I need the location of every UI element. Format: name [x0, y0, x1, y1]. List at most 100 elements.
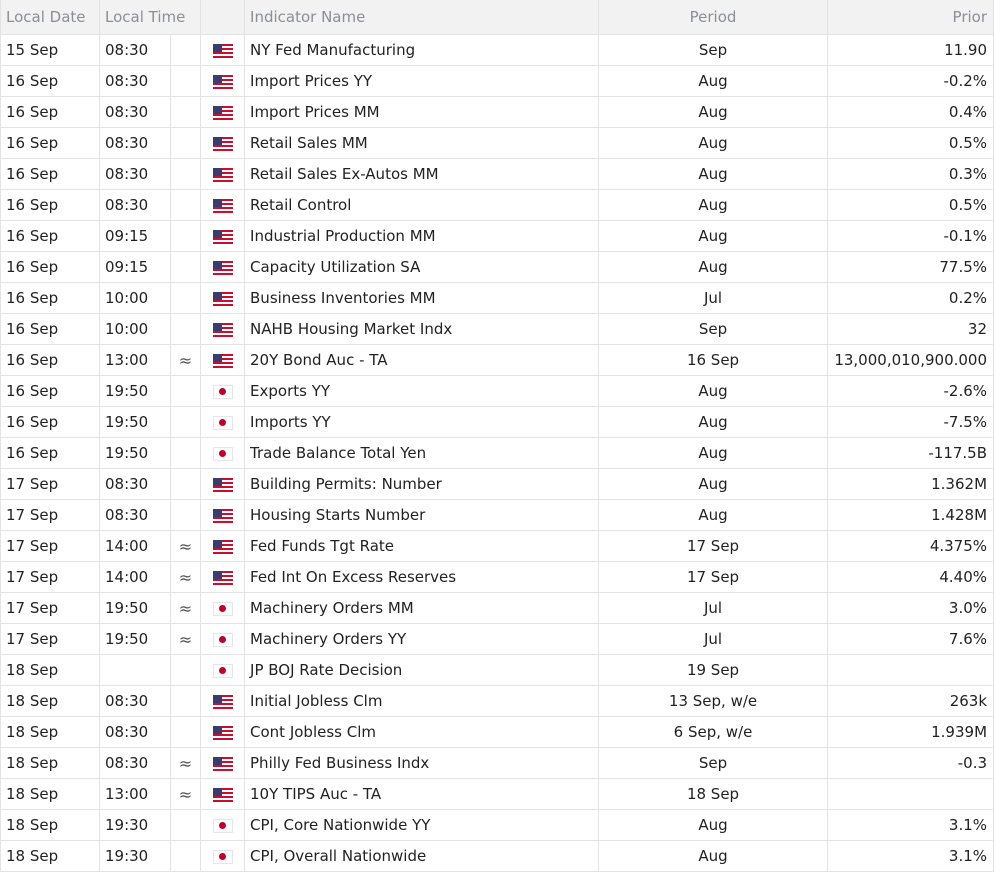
table-row[interactable]: 17 Sep 08:30 Building Permits: Number Aug 1.… — [0, 468, 995, 500]
period-cell: Aug — [598, 220, 829, 252]
period-cell: 17 Sep — [598, 561, 829, 593]
table-row[interactable]: 16 Sep 08:30 Retail Sales MM Aug 0.5% — [0, 127, 995, 159]
table-row[interactable]: 18 Sep 08:30 Initial Jobless Clm 13 Sep, w/… — [0, 685, 995, 717]
date-cell: 16 Sep — [0, 96, 100, 128]
period-cell: Aug — [598, 127, 829, 159]
indicator-name-cell: Fed Int On Excess Reserves — [244, 561, 600, 593]
period-cell: Aug — [598, 468, 829, 500]
us-flag-icon — [212, 198, 233, 213]
header-prior[interactable]: Prior — [827, 0, 995, 35]
date-cell: 18 Sep — [0, 685, 100, 717]
prior-cell: 3.1% — [827, 840, 995, 872]
table-row[interactable]: 18 Sep 19:30 CPI, Core Nationwide YY Aug 3.1… — [0, 809, 995, 841]
japan-flag-icon — [212, 663, 233, 678]
time-cell: 09:15 — [99, 251, 171, 283]
header-local-date[interactable]: Local Date — [0, 0, 100, 35]
table-row[interactable]: 16 Sep 19:50 Imports YY Aug -7.5% — [0, 406, 995, 438]
date-cell: 16 Sep — [0, 406, 100, 438]
flag-cell — [200, 127, 246, 159]
us-flag-icon — [212, 787, 233, 802]
indicator-name-cell: 20Y Bond Auc - TA — [244, 344, 600, 376]
indicator-name-cell: Retail Sales MM — [244, 127, 600, 159]
table-row[interactable]: 16 Sep 13:00 ≈20Y Bond Auc - TA 16 Sep 13,00… — [0, 344, 995, 376]
time-cell: 08:30 — [99, 34, 171, 66]
table-row[interactable]: 16 Sep 08:30 Import Prices YY Aug -0.2% — [0, 65, 995, 97]
table-row[interactable]: 16 Sep 08:30 Import Prices MM Aug 0.4% — [0, 96, 995, 128]
table-row[interactable]: 17 Sep 14:00 ≈ Fed Funds Tgt Rate 17 Sep 4.37… — [0, 530, 995, 562]
table-row[interactable]: 18 Sep 19:30 CPI, Overall Nationwide Aug 3.1… — [0, 840, 995, 872]
table-row[interactable]: 17 Sep 19:50 ≈ Machinery Orders MM Jul 3.0% — [0, 592, 995, 624]
table-row[interactable]: 15 Sep 08:30 NY Fed Manufacturing Sep 11.90 — [0, 34, 995, 66]
date-cell: 18 Sep — [0, 716, 100, 748]
time-cell: 19:50 — [99, 592, 171, 624]
us-flag-icon — [212, 229, 233, 244]
prior-cell: -2.6% — [827, 375, 995, 407]
date-cell: 17 Sep — [0, 561, 100, 593]
indicator-name-cell: Machinery Orders YY — [244, 623, 600, 655]
table-row[interactable]: 16 Sep 09:15 Industrial Production MM Aug -0… — [0, 220, 995, 252]
date-cell: 16 Sep — [0, 158, 100, 190]
header-indicator-name[interactable]: Indicator Name — [244, 0, 600, 35]
approx-icon — [169, 189, 202, 221]
approx-icon — [169, 375, 202, 407]
indicator-name-cell: CPI, Core Nationwide YY — [244, 809, 600, 841]
date-cell: 18 Sep — [0, 809, 100, 841]
us-flag-icon — [212, 43, 233, 58]
prior-cell: 4.375% — [827, 530, 995, 562]
table-row[interactable]: 16 Sep 08:30 Retail Sales Ex-Autos MM Aug 0.… — [0, 158, 995, 190]
period-cell: 16 Sep — [598, 344, 829, 376]
flag-cell — [200, 96, 246, 128]
approx-icon — [169, 65, 202, 97]
flag-cell — [200, 840, 246, 872]
table-row[interactable]: 16 Sep 08:30 Retail Control Aug 0.5% — [0, 189, 995, 221]
table-row[interactable]: 18 Sep 13:00 ≈10Y TIPS Auc - TA 18 Sep — [0, 778, 995, 810]
approx-icon: ≈ — [169, 592, 202, 624]
time-cell: 19:30 — [99, 840, 171, 872]
table-row[interactable]: 17 Sep 19:50 ≈ Machinery Orders YY Jul 7.6% — [0, 623, 995, 655]
date-cell: 16 Sep — [0, 65, 100, 97]
flag-cell — [200, 251, 246, 283]
table-row[interactable]: 16 Sep 19:50 Exports YY Aug -2.6% — [0, 375, 995, 407]
table-row[interactable]: 17 Sep 08:30 Housing Starts Number Aug 1.428… — [0, 499, 995, 531]
period-cell: 6 Sep, w/e — [598, 716, 829, 748]
prior-cell: -0.3 — [827, 747, 995, 779]
period-cell: Aug — [598, 499, 829, 531]
period-cell: Aug — [598, 65, 829, 97]
header-period[interactable]: Period — [598, 0, 829, 35]
prior-cell: 0.4% — [827, 96, 995, 128]
flag-cell — [200, 282, 246, 314]
table-row[interactable]: 16 Sep 10:00 NAHB Housing Market Indx Sep 32 — [0, 313, 995, 345]
table-row[interactable]: 17 Sep 14:00 ≈ Fed Int On Excess Reserves 17… — [0, 561, 995, 593]
prior-cell: 4.40% — [827, 561, 995, 593]
table-row[interactable]: 16 Sep 09:15 Capacity Utilization SA Aug 77.… — [0, 251, 995, 283]
japan-flag-icon — [212, 818, 233, 833]
indicator-name-cell: Exports YY — [244, 375, 600, 407]
prior-cell: 7.6% — [827, 623, 995, 655]
date-cell: 16 Sep — [0, 375, 100, 407]
approx-icon: ≈ — [169, 778, 202, 810]
period-cell: Jul — [598, 282, 829, 314]
table-row[interactable]: 18 Sep JP BOJ Rate Decision 19 Sep — [0, 654, 995, 686]
date-cell: 18 Sep — [0, 840, 100, 872]
us-flag-icon — [212, 725, 233, 740]
flag-cell — [200, 530, 246, 562]
period-cell: Jul — [598, 623, 829, 655]
flag-cell — [200, 468, 246, 500]
approx-icon — [169, 251, 202, 283]
table-row[interactable]: 16 Sep 10:00 Business Inventories MM Jul 0.2… — [0, 282, 995, 314]
us-flag-icon — [212, 508, 233, 523]
approx-icon — [169, 809, 202, 841]
table-row[interactable]: 18 Sep 08:30 Cont Jobless Clm 6 Sep, w/e 1.9… — [0, 716, 995, 748]
header-local-time[interactable]: Local Time — [98, 0, 202, 35]
approx-icon — [169, 654, 202, 686]
indicator-name-cell: NY Fed Manufacturing — [244, 34, 600, 66]
time-cell: 08:30 — [99, 685, 171, 717]
table-row[interactable]: 18 Sep 08:30 ≈ Philly Fed Business Indx Sep -… — [0, 747, 995, 779]
approx-icon — [169, 313, 202, 345]
period-cell: Aug — [598, 158, 829, 190]
us-flag-icon — [212, 74, 233, 89]
flag-cell — [200, 437, 246, 469]
indicator-name-cell: Imports YY — [244, 406, 600, 438]
table-row[interactable]: 16 Sep 19:50 Trade Balance Total Yen Aug -11… — [0, 437, 995, 469]
approx-icon: ≈ — [169, 561, 202, 593]
